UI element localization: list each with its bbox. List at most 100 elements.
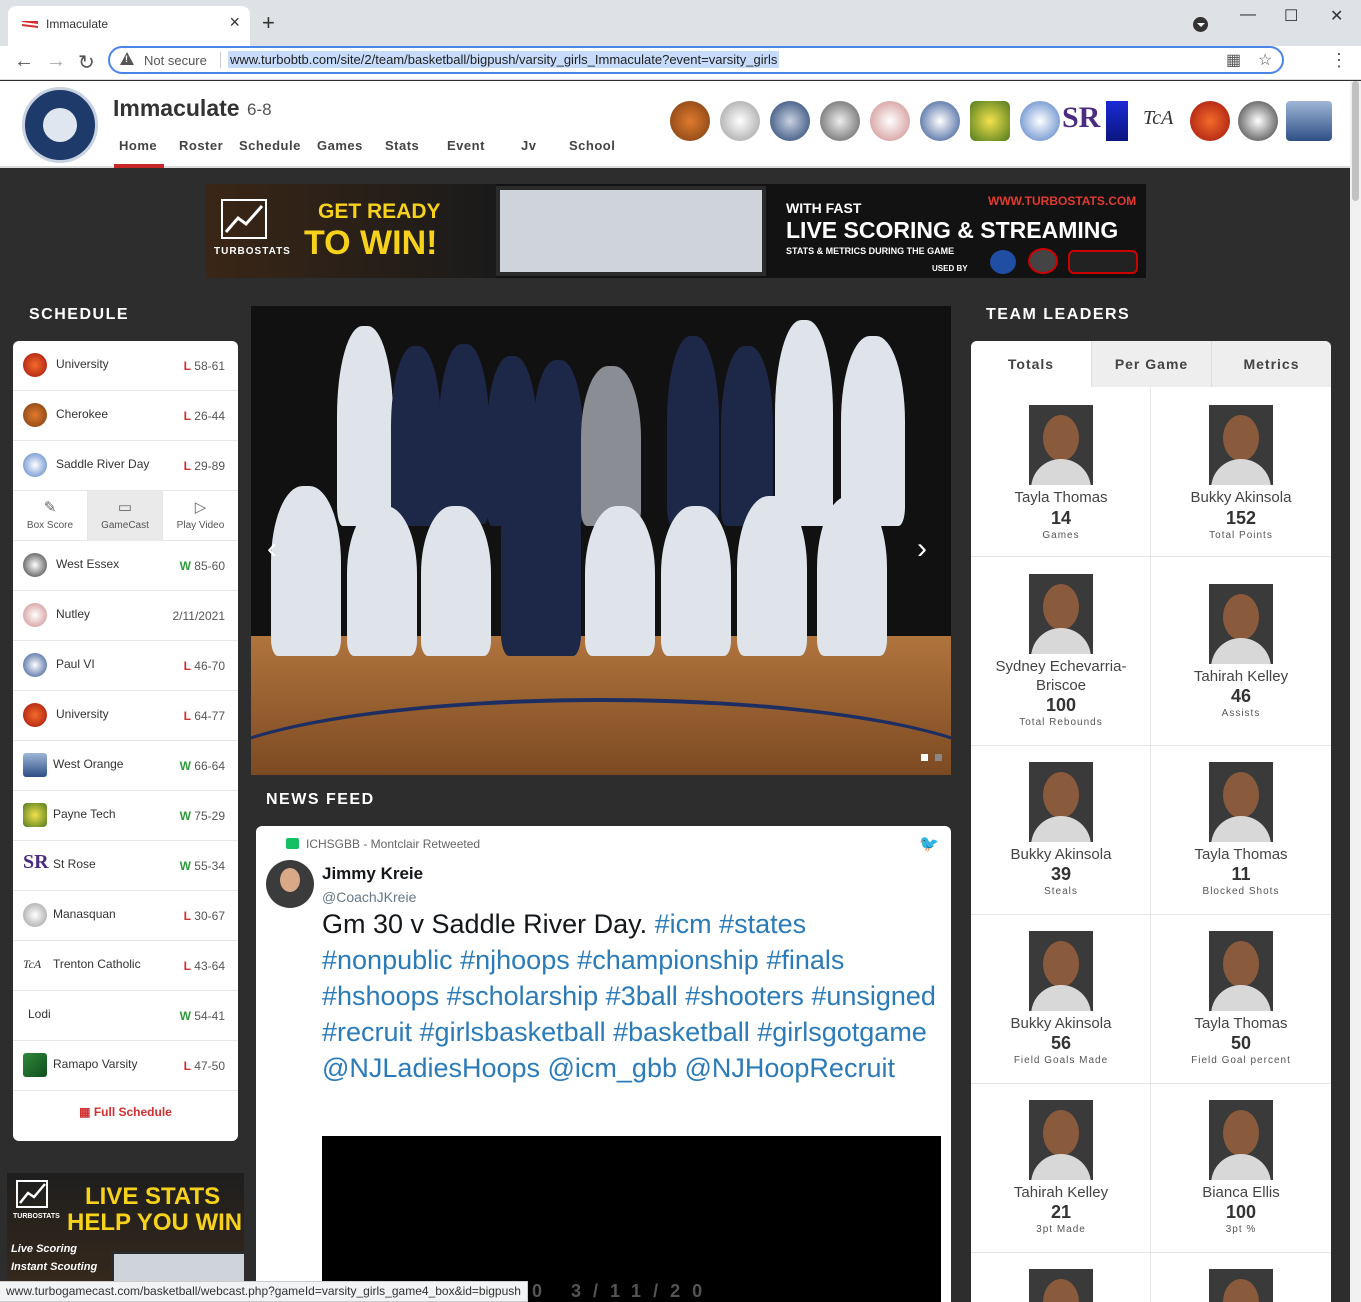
leader-cell[interactable]: Bianca Ellis 100 3pt % bbox=[1151, 1084, 1331, 1253]
opponent-logo-cherokee[interactable] bbox=[670, 101, 710, 141]
address-bar[interactable]: Not secure www.turbobtb.com/site/2/team/… bbox=[108, 46, 1284, 74]
twitter-bird-icon[interactable]: 🐦 bbox=[919, 834, 939, 854]
team-photo-carousel[interactable]: ‹ › bbox=[251, 306, 951, 775]
close-tab-icon[interactable]: × bbox=[229, 12, 240, 33]
edit-icon: ✎ bbox=[43, 499, 57, 516]
schedule-row[interactable]: Saddle River Day L 29-89 bbox=[13, 441, 238, 491]
leader-cell[interactable]: Bukky Akinsola 152 Total Points bbox=[1151, 387, 1331, 557]
qr-code-icon[interactable]: ▦ bbox=[1226, 50, 1241, 70]
tab-totals[interactable]: Totals bbox=[971, 341, 1091, 387]
schedule-row[interactable]: Nutley 2/11/2021 bbox=[13, 591, 238, 641]
maximize-icon[interactable]: ☐ bbox=[1284, 6, 1298, 26]
page-scrollbar[interactable] bbox=[1350, 81, 1361, 1302]
opponent-logo-west-orange[interactable] bbox=[1286, 101, 1332, 141]
carousel-dot[interactable] bbox=[935, 754, 942, 761]
side-ad-brand: TURBOSTATS bbox=[13, 1213, 60, 1220]
leader-cell[interactable]: Sydney Echevarria-Briscoe 100 Total Rebo… bbox=[971, 557, 1151, 746]
close-window-icon[interactable]: ✕ bbox=[1330, 6, 1343, 26]
opponent-logo-saddle-river[interactable] bbox=[1020, 101, 1060, 141]
tweet-video[interactable]: ME 30 3/11/20 bbox=[322, 1136, 941, 1302]
tab-metrics[interactable]: Metrics bbox=[1211, 341, 1331, 387]
back-icon[interactable]: ← bbox=[14, 50, 34, 73]
leader-cell[interactable] bbox=[971, 1253, 1151, 1302]
url-text[interactable]: www.turbobtb.com/site/2/team/basketball/… bbox=[228, 51, 780, 68]
gamecast-button[interactable]: ▭ GameCast bbox=[88, 491, 163, 541]
browser-tab[interactable]: Immaculate × bbox=[8, 6, 250, 46]
bookmark-star-icon[interactable]: ☆ bbox=[1258, 50, 1272, 70]
nav-school[interactable]: School bbox=[569, 138, 615, 153]
schedule-row[interactable]: Ramapo Varsity L 47-50 bbox=[13, 1041, 238, 1091]
team-logo[interactable] bbox=[22, 87, 98, 163]
leader-cell[interactable]: Tayla Thomas 11 Blocked Shots bbox=[1151, 746, 1331, 915]
scrollbar-thumb[interactable] bbox=[1352, 81, 1359, 201]
opponent-logo-payne-tech[interactable] bbox=[970, 101, 1010, 141]
tweet-avatar[interactable] bbox=[266, 860, 314, 908]
tweet-text-plain: Gm 30 v Saddle River Day. bbox=[322, 909, 655, 939]
leader-cell[interactable]: Tayla Thomas 14 Games bbox=[971, 387, 1151, 557]
result-score: 2/11/2021 bbox=[172, 609, 226, 623]
schedule-row[interactable]: Lodi W 54-41 bbox=[13, 991, 238, 1041]
nav-home[interactable]: Home bbox=[119, 138, 157, 153]
leader-cell[interactable]: Bukky Akinsola 56 Field Goals Made bbox=[971, 915, 1151, 1084]
leader-cell[interactable]: Tahirah Kelley 21 3pt Made bbox=[971, 1084, 1151, 1253]
leader-cell[interactable]: Tahirah Kelley 46 Assists bbox=[1151, 557, 1331, 746]
schedule-row[interactable]: Manasquan L 30-67 bbox=[13, 891, 238, 941]
carousel-prev-icon[interactable]: ‹ bbox=[267, 532, 277, 566]
nav-games[interactable]: Games bbox=[317, 138, 363, 153]
opponent-logo-warrior[interactable] bbox=[820, 101, 860, 141]
team-photo-player bbox=[347, 506, 417, 656]
carousel-dot-active[interactable] bbox=[921, 754, 928, 761]
leader-stat: Total Points bbox=[1209, 530, 1273, 541]
nav-schedule[interactable]: Schedule bbox=[239, 138, 301, 153]
new-tab-icon[interactable]: + bbox=[262, 10, 275, 36]
schedule-row[interactable]: SR St Rose W 55-34 bbox=[13, 841, 238, 891]
tab-per-game[interactable]: Per Game bbox=[1091, 341, 1211, 387]
leader-cell[interactable]: Tayla Thomas 50 Field Goal percent bbox=[1151, 915, 1331, 1084]
browser-menu-icon[interactable]: ⋮ bbox=[1330, 50, 1348, 71]
team-leaders-card: Totals Per Game Metrics Tayla Thomas 14 … bbox=[971, 341, 1331, 1302]
schedule-row[interactable]: University L 58-61 bbox=[13, 341, 238, 391]
opponent-logo-university[interactable] bbox=[1190, 101, 1230, 141]
schedule-row[interactable]: TcA Trenton Catholic L 43-64 bbox=[13, 941, 238, 991]
tweet-author-name[interactable]: Jimmy Kreie bbox=[322, 864, 423, 884]
tweet-author-handle[interactable]: @CoachJKreie bbox=[322, 889, 416, 905]
play-video-button[interactable]: ▷ Play Video bbox=[163, 491, 238, 541]
schedule-row[interactable]: Payne Tech W 75-29 bbox=[13, 791, 238, 841]
schedule-row[interactable]: University L 64-77 bbox=[13, 691, 238, 741]
leader-name: Tayla Thomas bbox=[1014, 489, 1108, 506]
turbostats-ad-banner[interactable]: TURBOSTATS GET READY TO WIN! WITH FAST L… bbox=[206, 184, 1146, 278]
minimize-icon[interactable]: — bbox=[1240, 6, 1256, 24]
leader-cell[interactable]: Bukky Akinsola 39 Steals bbox=[971, 746, 1151, 915]
profile-menu-icon[interactable] bbox=[1193, 17, 1208, 32]
leader-cell[interactable] bbox=[1151, 1253, 1331, 1302]
box-score-button[interactable]: ✎ Box Score bbox=[13, 491, 88, 541]
opponent-logo-manasquan[interactable] bbox=[720, 101, 760, 141]
forward-icon[interactable]: → bbox=[46, 50, 66, 73]
nav-jv[interactable]: Jv bbox=[521, 138, 536, 153]
schedule-row[interactable]: West Essex W 85-60 bbox=[13, 541, 238, 591]
opponent-logo bbox=[23, 903, 47, 927]
nav-roster[interactable]: Roster bbox=[179, 138, 223, 153]
retweet-label[interactable]: ICHSGBB - Montclair Retweeted bbox=[306, 837, 480, 851]
opponent-logo-paul-vi[interactable] bbox=[920, 101, 960, 141]
not-secure-label[interactable]: Not secure bbox=[144, 53, 207, 68]
nav-stats[interactable]: Stats bbox=[385, 138, 419, 153]
opponent-logo-trenton-catholic[interactable]: TcA bbox=[1143, 107, 1183, 147]
full-schedule-link[interactable]: ▦ Full Schedule bbox=[13, 1105, 238, 1119]
reload-icon[interactable]: ↻ bbox=[78, 50, 95, 75]
opponent-logo-st-rose[interactable]: SR bbox=[1062, 101, 1102, 141]
carousel-next-icon[interactable]: › bbox=[917, 532, 927, 566]
schedule-row[interactable]: West Orange W 66-64 bbox=[13, 741, 238, 791]
leader-photo bbox=[1209, 931, 1273, 1011]
opponent-logo-mustang[interactable] bbox=[1106, 101, 1128, 141]
schedule-result: L 64-77 bbox=[184, 709, 225, 723]
opponent-logo-immaculate[interactable] bbox=[770, 101, 810, 141]
opponent-logo-nutley[interactable] bbox=[870, 101, 910, 141]
nav-event[interactable]: Event bbox=[447, 138, 485, 153]
leader-name: Bukky Akinsola bbox=[1010, 1015, 1112, 1032]
schedule-row[interactable]: Paul VI L 46-70 bbox=[13, 641, 238, 691]
opponent-logo-west-essex[interactable] bbox=[1238, 101, 1278, 141]
schedule-row[interactable]: Cherokee L 26-44 bbox=[13, 391, 238, 441]
tweet-card[interactable]: ICHSGBB - Montclair Retweeted 🐦 Jimmy Kr… bbox=[256, 826, 951, 1302]
result-score: 64-77 bbox=[194, 709, 225, 723]
